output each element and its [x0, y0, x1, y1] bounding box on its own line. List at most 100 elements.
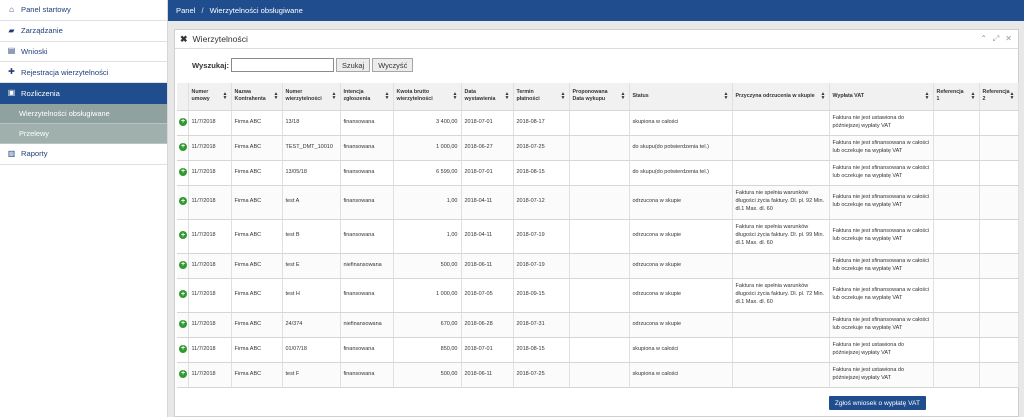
- breadcrumb-home-link[interactable]: Panel: [176, 6, 195, 15]
- table-cell: finansowana: [340, 185, 394, 220]
- column-header[interactable]: Status ▲ ▼: [629, 83, 733, 111]
- table-cell: [933, 253, 980, 279]
- table-cell: 2018-06-11: [461, 253, 514, 279]
- table-cell: [933, 135, 980, 161]
- sort-icon[interactable]: ▲ ▼: [223, 92, 228, 101]
- plus-icon: ✚: [8, 67, 15, 77]
- column-header[interactable]: Referencja 1 ▲ ▼: [933, 83, 980, 111]
- table-cell: 2018-06-11: [461, 362, 514, 388]
- table-cell: 13/05/18: [282, 160, 341, 186]
- table-cell: Firma ABC: [231, 185, 283, 220]
- sort-icon[interactable]: ▲ ▼: [332, 92, 337, 101]
- column-header[interactable]: Numer wierzytelności ▲ ▼: [282, 83, 341, 111]
- table-cell: 1 000,00: [393, 135, 462, 161]
- sort-icon[interactable]: ▲ ▼: [621, 92, 626, 101]
- table-row: +11/7/2018 Firma ABC TEST_DMT_10010 finanso…: [177, 135, 1019, 161]
- sidebar-subitem-przelewy[interactable]: Przelewy: [0, 123, 167, 144]
- table-row: +11/7/2018 Firma ABC test Eniefinansowana 5…: [177, 253, 1019, 279]
- sidebar-item-rejestracja[interactable]: ✚ Rejestracja wierzytelności: [0, 62, 167, 84]
- sidebar-item-label: Zarządzanie: [21, 26, 63, 36]
- sort-icon[interactable]: ▲ ▼: [971, 92, 976, 101]
- document-icon: ▤: [7, 46, 16, 56]
- expand-row-icon[interactable]: +: [179, 369, 187, 378]
- column-header[interactable]: Termin płatności ▲ ▼: [513, 83, 570, 111]
- table-cell: [569, 337, 630, 363]
- clear-button[interactable]: Wyczyść: [372, 58, 414, 72]
- sort-icon[interactable]: ▲ ▼: [724, 92, 729, 101]
- sidebar-subitem-wierzytelnosci-obslugiwane[interactable]: Wierzytelności obsługiwane: [0, 103, 167, 124]
- expand-row-icon[interactable]: +: [179, 231, 187, 240]
- sidebar-item-wnioski[interactable]: ▤ Wnioski: [0, 42, 167, 63]
- sidebar-item-zarzadzanie[interactable]: ▰ Zarządzanie: [0, 21, 167, 42]
- sort-icon[interactable]: ▲ ▼: [1010, 92, 1015, 101]
- expand-icon[interactable]: ⤢: [993, 34, 999, 44]
- table-cell: skupiona w całości: [629, 110, 733, 136]
- close-panel-icon[interactable]: ✕: [1005, 34, 1012, 44]
- panel-title: Wierzytelności: [192, 34, 248, 44]
- sort-icon[interactable]: ▲ ▼: [505, 92, 510, 101]
- sort-icon[interactable]: ▲ ▼: [274, 92, 279, 101]
- row-action-cell: +: [177, 362, 189, 388]
- table-cell: test B: [282, 219, 341, 254]
- expand-row-icon[interactable]: +: [179, 319, 187, 328]
- sort-icon[interactable]: ▲ ▼: [561, 92, 566, 101]
- column-header[interactable]: Nazwa Kontrahenta ▲ ▼: [231, 83, 283, 111]
- table-cell: 2018-04-11: [461, 185, 514, 220]
- table-cell: 3 400,00: [393, 110, 462, 136]
- expand-row-icon[interactable]: +: [179, 167, 187, 176]
- sidebar-item-raporty[interactable]: ▥ Raporty: [0, 144, 167, 165]
- column-header[interactable]: Kwota brutto wierzytelności ▲ ▼: [393, 83, 462, 111]
- sidebar-item-label: Panel startowy: [21, 5, 71, 15]
- table-cell: Faktura nie jest sfinansowana w całości …: [829, 219, 934, 254]
- sort-icon[interactable]: ▲ ▼: [385, 92, 390, 101]
- table-cell: 2018-06-28: [461, 312, 514, 338]
- column-header[interactable]: Data wystawienia ▲ ▼: [461, 83, 514, 111]
- sidebar-item-rozliczenia[interactable]: ▣ Rozliczenia: [0, 83, 167, 104]
- search-input[interactable]: [231, 58, 334, 72]
- collapse-icon[interactable]: ⌃: [980, 34, 987, 44]
- column-header-label: Referencja 2: [982, 89, 1010, 103]
- column-header[interactable]: Numer umowy ▲ ▼: [188, 83, 232, 111]
- sidebar-item-panel-startowy[interactable]: ⌂ Panel startowy: [0, 0, 167, 21]
- close-icon[interactable]: ✖: [180, 34, 188, 45]
- table-cell: 11/7/2018: [188, 219, 232, 254]
- column-header[interactable]: Proponowana Data wykupu ▲ ▼: [569, 83, 630, 111]
- column-header[interactable]: Przyczyna odrzucenia w skupie ▲ ▼: [732, 83, 830, 111]
- table-cell: 11/7/2018: [188, 337, 232, 363]
- table-cell: Faktura nie spełnia warunków długości ży…: [732, 219, 830, 254]
- column-header-label: Wypłata VAT: [832, 92, 865, 99]
- table-cell: Faktura nie spełnia warunków długości ży…: [732, 185, 830, 220]
- table-cell: [933, 219, 980, 254]
- expand-row-icon[interactable]: +: [179, 197, 187, 206]
- sort-icon[interactable]: ▲ ▼: [925, 92, 930, 101]
- table-cell: 2018-07-19: [513, 253, 570, 279]
- table-cell: [979, 160, 1019, 186]
- table-cell: [732, 362, 830, 388]
- table-cell: 1 000,00: [393, 278, 462, 313]
- table-cell: 24/374: [282, 312, 341, 338]
- column-header-label: Termin płatności: [516, 89, 540, 103]
- panel-header: ✖ Wierzytelności: [175, 30, 1018, 49]
- expand-row-icon[interactable]: +: [179, 117, 187, 126]
- table-cell: odrzucona w skupie: [629, 253, 733, 279]
- table-cell: 11/7/2018: [188, 253, 232, 279]
- column-header[interactable]: Wypłata VAT ▲ ▼: [829, 83, 934, 111]
- table-cell: Faktura nie jest ustawiona do późniejsze…: [829, 362, 934, 388]
- row-action-cell: +: [177, 160, 189, 186]
- table-cell: 2018-08-15: [513, 337, 570, 363]
- expand-row-icon[interactable]: +: [179, 290, 187, 299]
- vat-payout-request-button[interactable]: Zgłoś wniosek o wypłatę VAT: [828, 396, 926, 410]
- table-row: +11/7/2018 Firma ABC 01/07/18 finansowana 85…: [177, 337, 1019, 363]
- column-header-label: Kwota brutto wierzytelności: [396, 89, 433, 103]
- sort-icon[interactable]: ▲ ▼: [821, 92, 826, 101]
- column-header[interactable]: Referencja 2 ▲ ▼: [979, 83, 1019, 111]
- table-cell: finansowana: [340, 337, 394, 363]
- expand-row-icon[interactable]: +: [179, 142, 187, 151]
- table-header-row: Numer umowy ▲ ▼ Nazwa Kontrahenta ▲ ▼ Numer wi…: [177, 83, 1019, 111]
- column-header[interactable]: Intencja zgłoszenia ▲ ▼: [340, 83, 394, 111]
- expand-row-icon[interactable]: +: [179, 344, 187, 353]
- search-button[interactable]: Szukaj: [336, 58, 371, 72]
- sort-icon[interactable]: ▲ ▼: [453, 92, 458, 101]
- expand-row-icon[interactable]: +: [179, 260, 187, 269]
- briefcase-icon: ▰: [8, 25, 15, 35]
